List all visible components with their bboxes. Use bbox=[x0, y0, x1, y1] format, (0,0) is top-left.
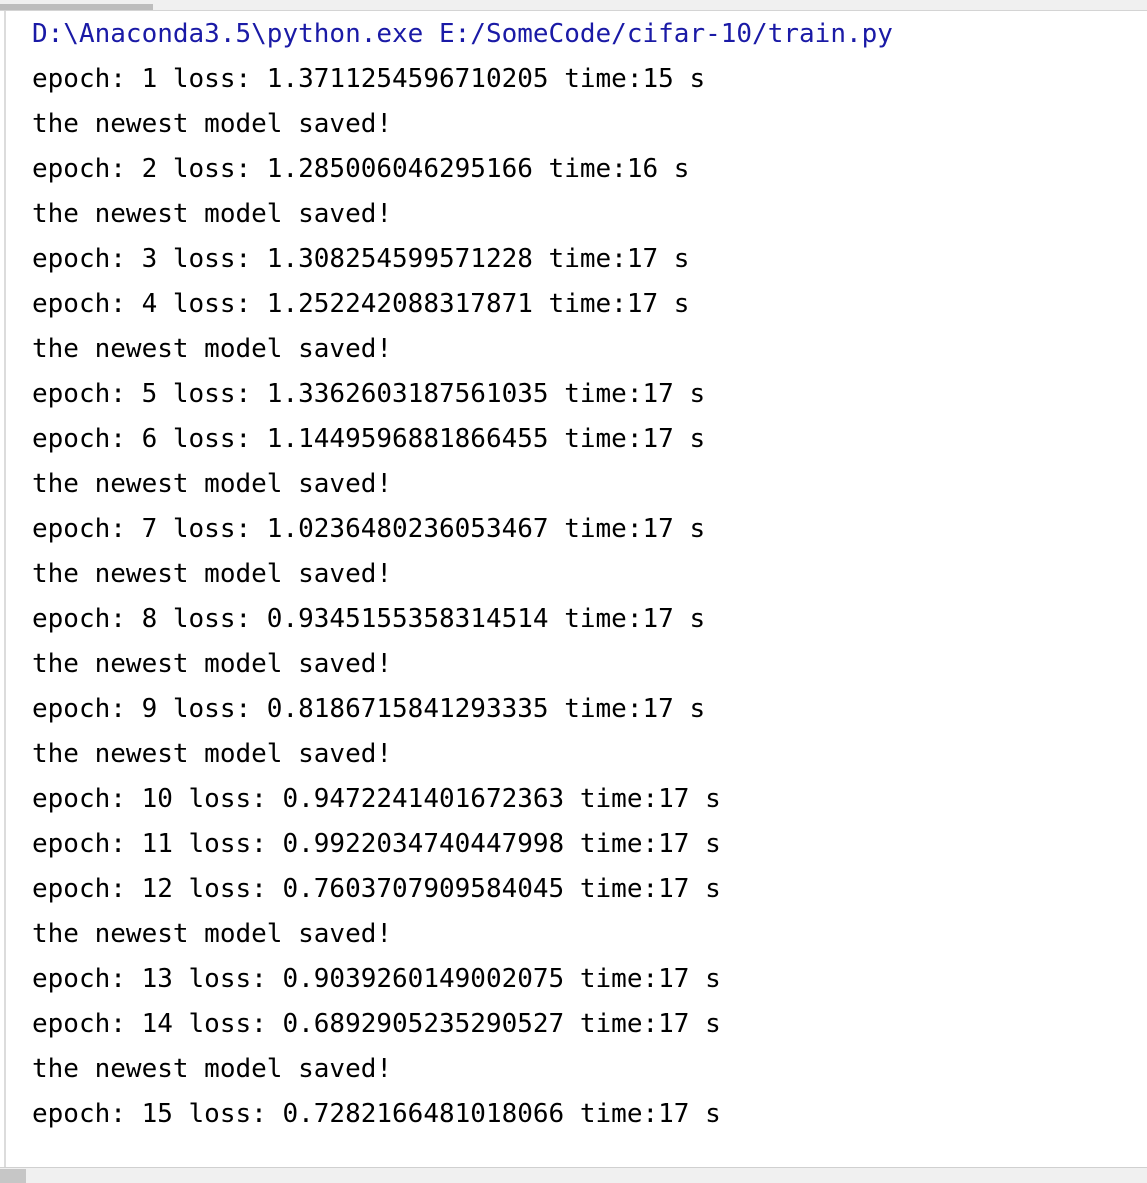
console-left-border bbox=[4, 11, 6, 1167]
top-scrollbar[interactable] bbox=[0, 0, 1147, 11]
model-saved-line: the newest model saved! bbox=[32, 559, 393, 589]
epoch-log-line: epoch: 11 loss: 0.9922034740447998 time:… bbox=[32, 829, 721, 859]
console-output: D:\Anaconda3.5\python.exe E:/SomeCode/ci… bbox=[32, 12, 1147, 1137]
model-saved-line: the newest model saved! bbox=[32, 109, 393, 139]
epoch-log-line: epoch: 15 loss: 0.7282166481018066 time:… bbox=[32, 1099, 721, 1129]
epoch-log-line: epoch: 1 loss: 1.3711254596710205 time:1… bbox=[32, 64, 706, 94]
epoch-log-line: epoch: 5 loss: 1.3362603187561035 time:1… bbox=[32, 379, 706, 409]
model-saved-line: the newest model saved! bbox=[32, 469, 393, 499]
epoch-log-line: epoch: 12 loss: 0.7603707909584045 time:… bbox=[32, 874, 721, 904]
model-saved-line: the newest model saved! bbox=[32, 739, 393, 769]
model-saved-line: the newest model saved! bbox=[32, 1054, 393, 1084]
epoch-log-line: epoch: 4 loss: 1.252242088317871 time:17… bbox=[32, 289, 690, 319]
run-command-line: D:\Anaconda3.5\python.exe E:/SomeCode/ci… bbox=[32, 19, 893, 49]
epoch-log-line: epoch: 13 loss: 0.9039260149002075 time:… bbox=[32, 964, 721, 994]
model-saved-line: the newest model saved! bbox=[32, 199, 393, 229]
model-saved-line: the newest model saved! bbox=[32, 334, 393, 364]
epoch-log-line: epoch: 2 loss: 1.285006046295166 time:16… bbox=[32, 154, 690, 184]
horizontal-scrollbar[interactable] bbox=[0, 1167, 1147, 1183]
epoch-log-line: epoch: 6 loss: 1.1449596881866455 time:1… bbox=[32, 424, 706, 454]
top-scrollbar-thumb[interactable] bbox=[0, 4, 153, 10]
console-lines: epoch: 1 loss: 1.3711254596710205 time:1… bbox=[32, 57, 1147, 1137]
model-saved-line: the newest model saved! bbox=[32, 919, 393, 949]
horizontal-scrollbar-thumb[interactable] bbox=[0, 1169, 26, 1183]
epoch-log-line: epoch: 10 loss: 0.9472241401672363 time:… bbox=[32, 784, 721, 814]
epoch-log-line: epoch: 9 loss: 0.8186715841293335 time:1… bbox=[32, 694, 706, 724]
model-saved-line: the newest model saved! bbox=[32, 649, 393, 679]
epoch-log-line: epoch: 7 loss: 1.0236480236053467 time:1… bbox=[32, 514, 706, 544]
epoch-log-line: epoch: 8 loss: 0.9345155358314514 time:1… bbox=[32, 604, 706, 634]
epoch-log-line: epoch: 3 loss: 1.308254599571228 time:17… bbox=[32, 244, 690, 274]
epoch-log-line: epoch: 14 loss: 0.6892905235290527 time:… bbox=[32, 1009, 721, 1039]
